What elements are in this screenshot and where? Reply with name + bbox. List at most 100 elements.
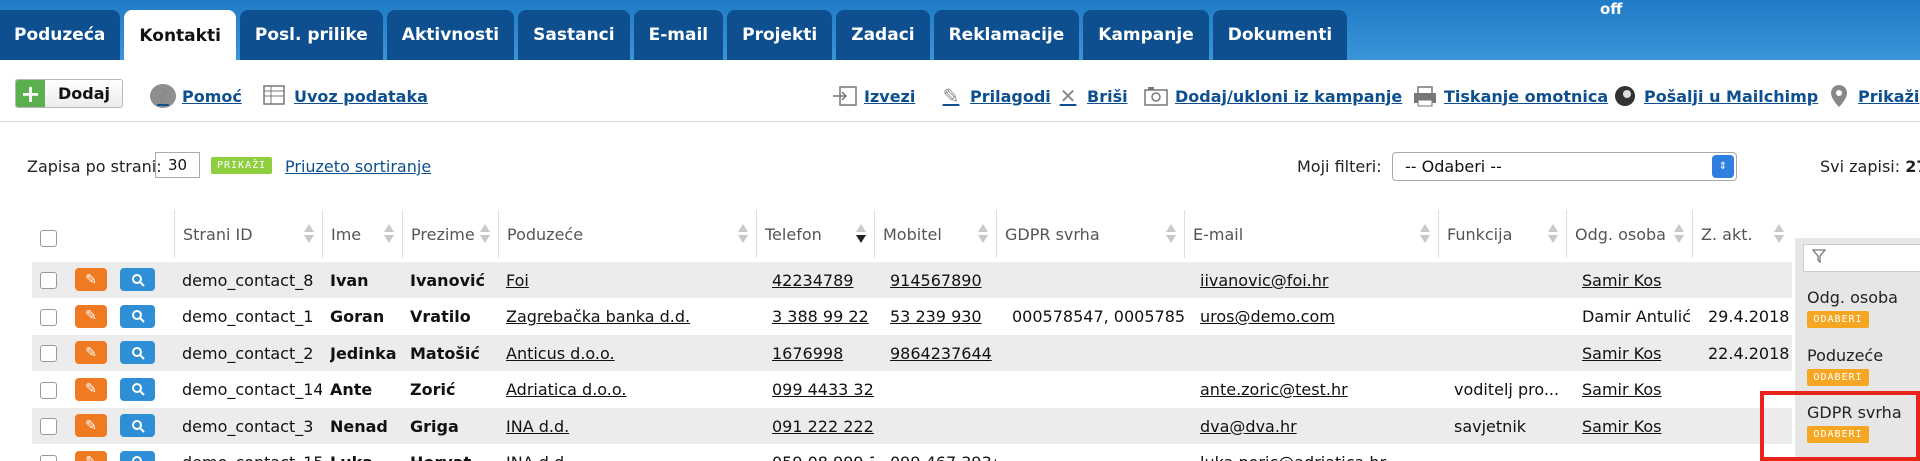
- view-search-icon[interactable]: [120, 341, 155, 364]
- tab-projekti[interactable]: Projekti: [727, 10, 833, 60]
- column-header-funkcija[interactable]: Funkcija: [1438, 210, 1566, 258]
- odaberi-button[interactable]: ODABERI: [1807, 369, 1869, 386]
- row-checkbox[interactable]: [40, 345, 57, 362]
- cell-poduzece[interactable]: INA d.d.: [506, 445, 756, 461]
- show-per-page-button[interactable]: PRIKAŽI: [211, 157, 273, 174]
- cell-telefon[interactable]: 059 08 999 3: [772, 445, 874, 461]
- add-button[interactable]: + Dodaj: [15, 79, 123, 108]
- column-header-poduzece[interactable]: Poduzeće: [498, 210, 756, 258]
- tab-kampanje[interactable]: Kampanje: [1083, 10, 1209, 60]
- row-checkbox[interactable]: [40, 381, 57, 399]
- tab-posl-prilike[interactable]: Posl. prilike: [239, 10, 383, 60]
- column-header-e-mail[interactable]: E-mail: [1184, 210, 1438, 258]
- side-filter-search[interactable]: [1803, 244, 1920, 272]
- tab-zadaci[interactable]: Zadaci: [836, 10, 930, 60]
- tab-aktivnosti[interactable]: Aktivnosti: [386, 10, 515, 60]
- tab-poduzeca[interactable]: Poduzeća: [0, 10, 121, 60]
- cell-telefon[interactable]: 099 4433 324: [772, 372, 874, 408]
- column-label: E-mail: [1193, 224, 1244, 244]
- cell-mobitel[interactable]: 53 239 930: [890, 299, 996, 335]
- edit-pencil-icon[interactable]: ✎: [75, 304, 107, 328]
- import-link[interactable]: Uvoz podataka: [262, 84, 428, 108]
- cell-email[interactable]: uros@demo.com: [1200, 299, 1438, 335]
- edit-pencil-icon[interactable]: ✎: [75, 414, 107, 437]
- column-header-z-akt[interactable]: Z. akt.: [1692, 210, 1792, 258]
- column-header-odg-osoba[interactable]: Odg. osoba: [1566, 210, 1692, 258]
- edit-pencil-icon[interactable]: ✎: [75, 377, 107, 401]
- view-search-icon[interactable]: [120, 304, 155, 328]
- delete-label: Briši: [1087, 86, 1128, 106]
- row-checkbox[interactable]: [40, 418, 57, 435]
- cell-odg-osoba[interactable]: Samir Kos: [1582, 408, 1692, 444]
- campaign-link[interactable]: Dodaj/ukloni iz kampanje: [1143, 84, 1402, 108]
- column-header-mobitel[interactable]: Mobitel: [874, 210, 996, 258]
- cell-ime: Nenad: [330, 416, 388, 436]
- view-search-icon[interactable]: [120, 414, 155, 437]
- row-checkbox[interactable]: [40, 308, 57, 326]
- cell-email[interactable]: luka.poric@adriatica.hr: [1200, 445, 1438, 461]
- row-checkbox[interactable]: [40, 272, 57, 289]
- row-checkbox[interactable]: [40, 454, 57, 461]
- cell-email[interactable]: dva@dva.hr: [1200, 408, 1438, 444]
- cell-poduzece[interactable]: Foi: [506, 262, 756, 298]
- cell-mobitel[interactable]: 914567890: [890, 262, 996, 298]
- cell-poduzece[interactable]: INA d.d.: [506, 408, 756, 444]
- printer-icon: [1412, 84, 1438, 108]
- reports-link[interactable]: Izvezi: [832, 84, 915, 108]
- tab-sastanci[interactable]: Sastanci: [518, 10, 630, 60]
- customize-link[interactable]: ✎ Prilagodi: [938, 84, 1051, 108]
- default-sort-link[interactable]: Priuzeto sortiranje: [285, 157, 431, 176]
- mailchimp-link[interactable]: Pošalji u Mailchimp: [1612, 84, 1818, 108]
- tab-kontakti[interactable]: Kontakti: [124, 10, 236, 62]
- print-envelopes-link[interactable]: Tiskanje omotnica: [1412, 84, 1608, 108]
- tab-e-mail[interactable]: E-mail: [633, 10, 724, 60]
- view-search-icon[interactable]: [120, 268, 155, 291]
- column-header-prezime[interactable]: Prezime: [402, 210, 498, 258]
- cell-telefon[interactable]: 1676998: [772, 335, 874, 371]
- cell-funkcija: voditelj pro...: [1454, 380, 1560, 399]
- edit-pencil-icon[interactable]: ✎: [75, 450, 107, 461]
- view-search-icon[interactable]: [120, 377, 155, 401]
- cell-telefon[interactable]: 42234789: [772, 262, 874, 298]
- cell-poduzece[interactable]: Adriatica d.o.o.: [506, 372, 756, 408]
- cell-email[interactable]: ante.zoric@test.hr: [1200, 372, 1438, 408]
- show-map-link[interactable]: Prikaži: [1826, 84, 1919, 108]
- cell-telefon[interactable]: 091 222 2222: [772, 408, 874, 444]
- cell-odg-osoba[interactable]: Samir Kos: [1582, 335, 1692, 371]
- column-header-telefon[interactable]: Telefon: [756, 210, 874, 258]
- my-filters-select[interactable]: -- Odaberi -- ⇕: [1392, 152, 1737, 181]
- per-page-label: Zapisa po strani:: [27, 157, 162, 176]
- edit-pencil-icon[interactable]: ✎: [75, 341, 107, 364]
- table-row: ✎ demo_contact_14 Ante Zorić Adriatica d.o.o…: [32, 372, 1792, 408]
- column-label: Ime: [331, 224, 362, 244]
- help-link[interactable]: ? Pomoć: [150, 84, 242, 108]
- cell-poduzece[interactable]: Zagrebačka banka d.d.: [506, 299, 756, 335]
- side-filter-odg-osoba: Odg. osoba ODABERI: [1807, 288, 1898, 328]
- select-all-checkbox[interactable]: [40, 230, 57, 247]
- cell-mobitel[interactable]: 9864237644: [890, 335, 996, 371]
- cell-poduzece[interactable]: Anticus d.o.o.: [506, 335, 756, 371]
- delete-link[interactable]: ✕ Briši: [1055, 84, 1128, 108]
- odaberi-button[interactable]: ODABERI: [1807, 311, 1869, 328]
- column-header-ime[interactable]: Ime: [322, 210, 402, 258]
- cell-gdpr: [1012, 408, 1184, 444]
- cell-odg-osoba[interactable]: Samir Kos: [1582, 372, 1692, 408]
- tab-reklamacije[interactable]: Reklamacije: [933, 10, 1080, 60]
- my-filters-value: -- Odaberi --: [1405, 157, 1502, 176]
- column-header-gdpr-svrha[interactable]: GDPR svrha: [996, 210, 1184, 258]
- tab-dokumenti[interactable]: Dokumenti: [1212, 10, 1348, 60]
- cell-telefon[interactable]: 3 388 99 22: [772, 299, 874, 335]
- show-map-label: Prikaži: [1858, 86, 1920, 106]
- cell-mobitel[interactable]: 099 467 3934: [890, 445, 996, 461]
- cell-ime: Goran: [330, 307, 385, 326]
- view-search-icon[interactable]: [120, 450, 155, 461]
- mailchimp-label: Pošalji u Mailchimp: [1644, 86, 1819, 106]
- cell-email[interactable]: iivanovic@foi.hr: [1200, 262, 1438, 298]
- edit-pencil-icon[interactable]: ✎: [75, 268, 107, 291]
- per-page-input[interactable]: 30: [155, 152, 200, 178]
- cell-ime: Ante: [330, 380, 373, 399]
- sort-icon: [480, 222, 490, 246]
- column-header-strani-id[interactable]: Strani ID: [174, 210, 322, 258]
- sort-desc-icon: [856, 222, 866, 246]
- cell-odg-osoba[interactable]: Samir Kos: [1582, 262, 1692, 298]
